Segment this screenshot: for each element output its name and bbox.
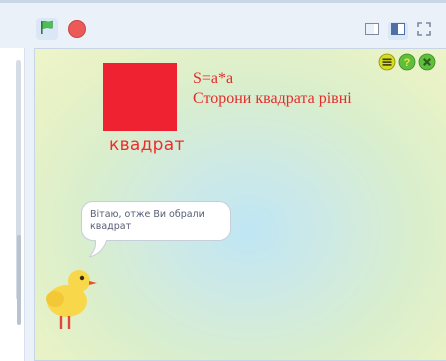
area-formula-text: S=a*a [193, 70, 234, 87]
square-label: квадрат [109, 135, 185, 155]
scrollbar-thumb[interactable] [17, 235, 21, 325]
menu-icon[interactable] [378, 53, 396, 71]
stage-canvas[interactable]: квадрат S=a*a Сторони квадрата рівні ? В… [34, 48, 446, 361]
left-panel-strip [0, 48, 25, 361]
green-flag-button[interactable] [36, 18, 58, 40]
speech-bubble: Вітаю, отже Ви обрали квадрат [81, 201, 231, 241]
sides-equal-text: Сторони квадрата рівні [193, 90, 352, 107]
stage-toolbar [24, 12, 446, 48]
close-icon[interactable] [418, 53, 436, 71]
green-flag-icon [39, 19, 55, 40]
fullscreen-icon [417, 21, 431, 41]
normal-stage-icon [391, 22, 405, 40]
help-icon[interactable]: ? [398, 53, 416, 71]
fullscreen-button[interactable] [414, 21, 434, 41]
scratch-player: квадрат S=a*a Сторони квадрата рівні ? В… [0, 0, 446, 361]
stop-button[interactable] [68, 20, 86, 38]
svg-text:?: ? [404, 57, 411, 69]
speech-bubble-tail [89, 239, 108, 258]
red-square-sprite[interactable] [103, 63, 177, 131]
sprite-button-group: ? [378, 53, 436, 71]
small-stage-button[interactable] [362, 22, 382, 40]
chick-sprite[interactable] [41, 263, 101, 333]
normal-stage-button[interactable] [388, 22, 408, 40]
window-top-border [0, 0, 446, 3]
small-stage-icon [365, 22, 379, 40]
